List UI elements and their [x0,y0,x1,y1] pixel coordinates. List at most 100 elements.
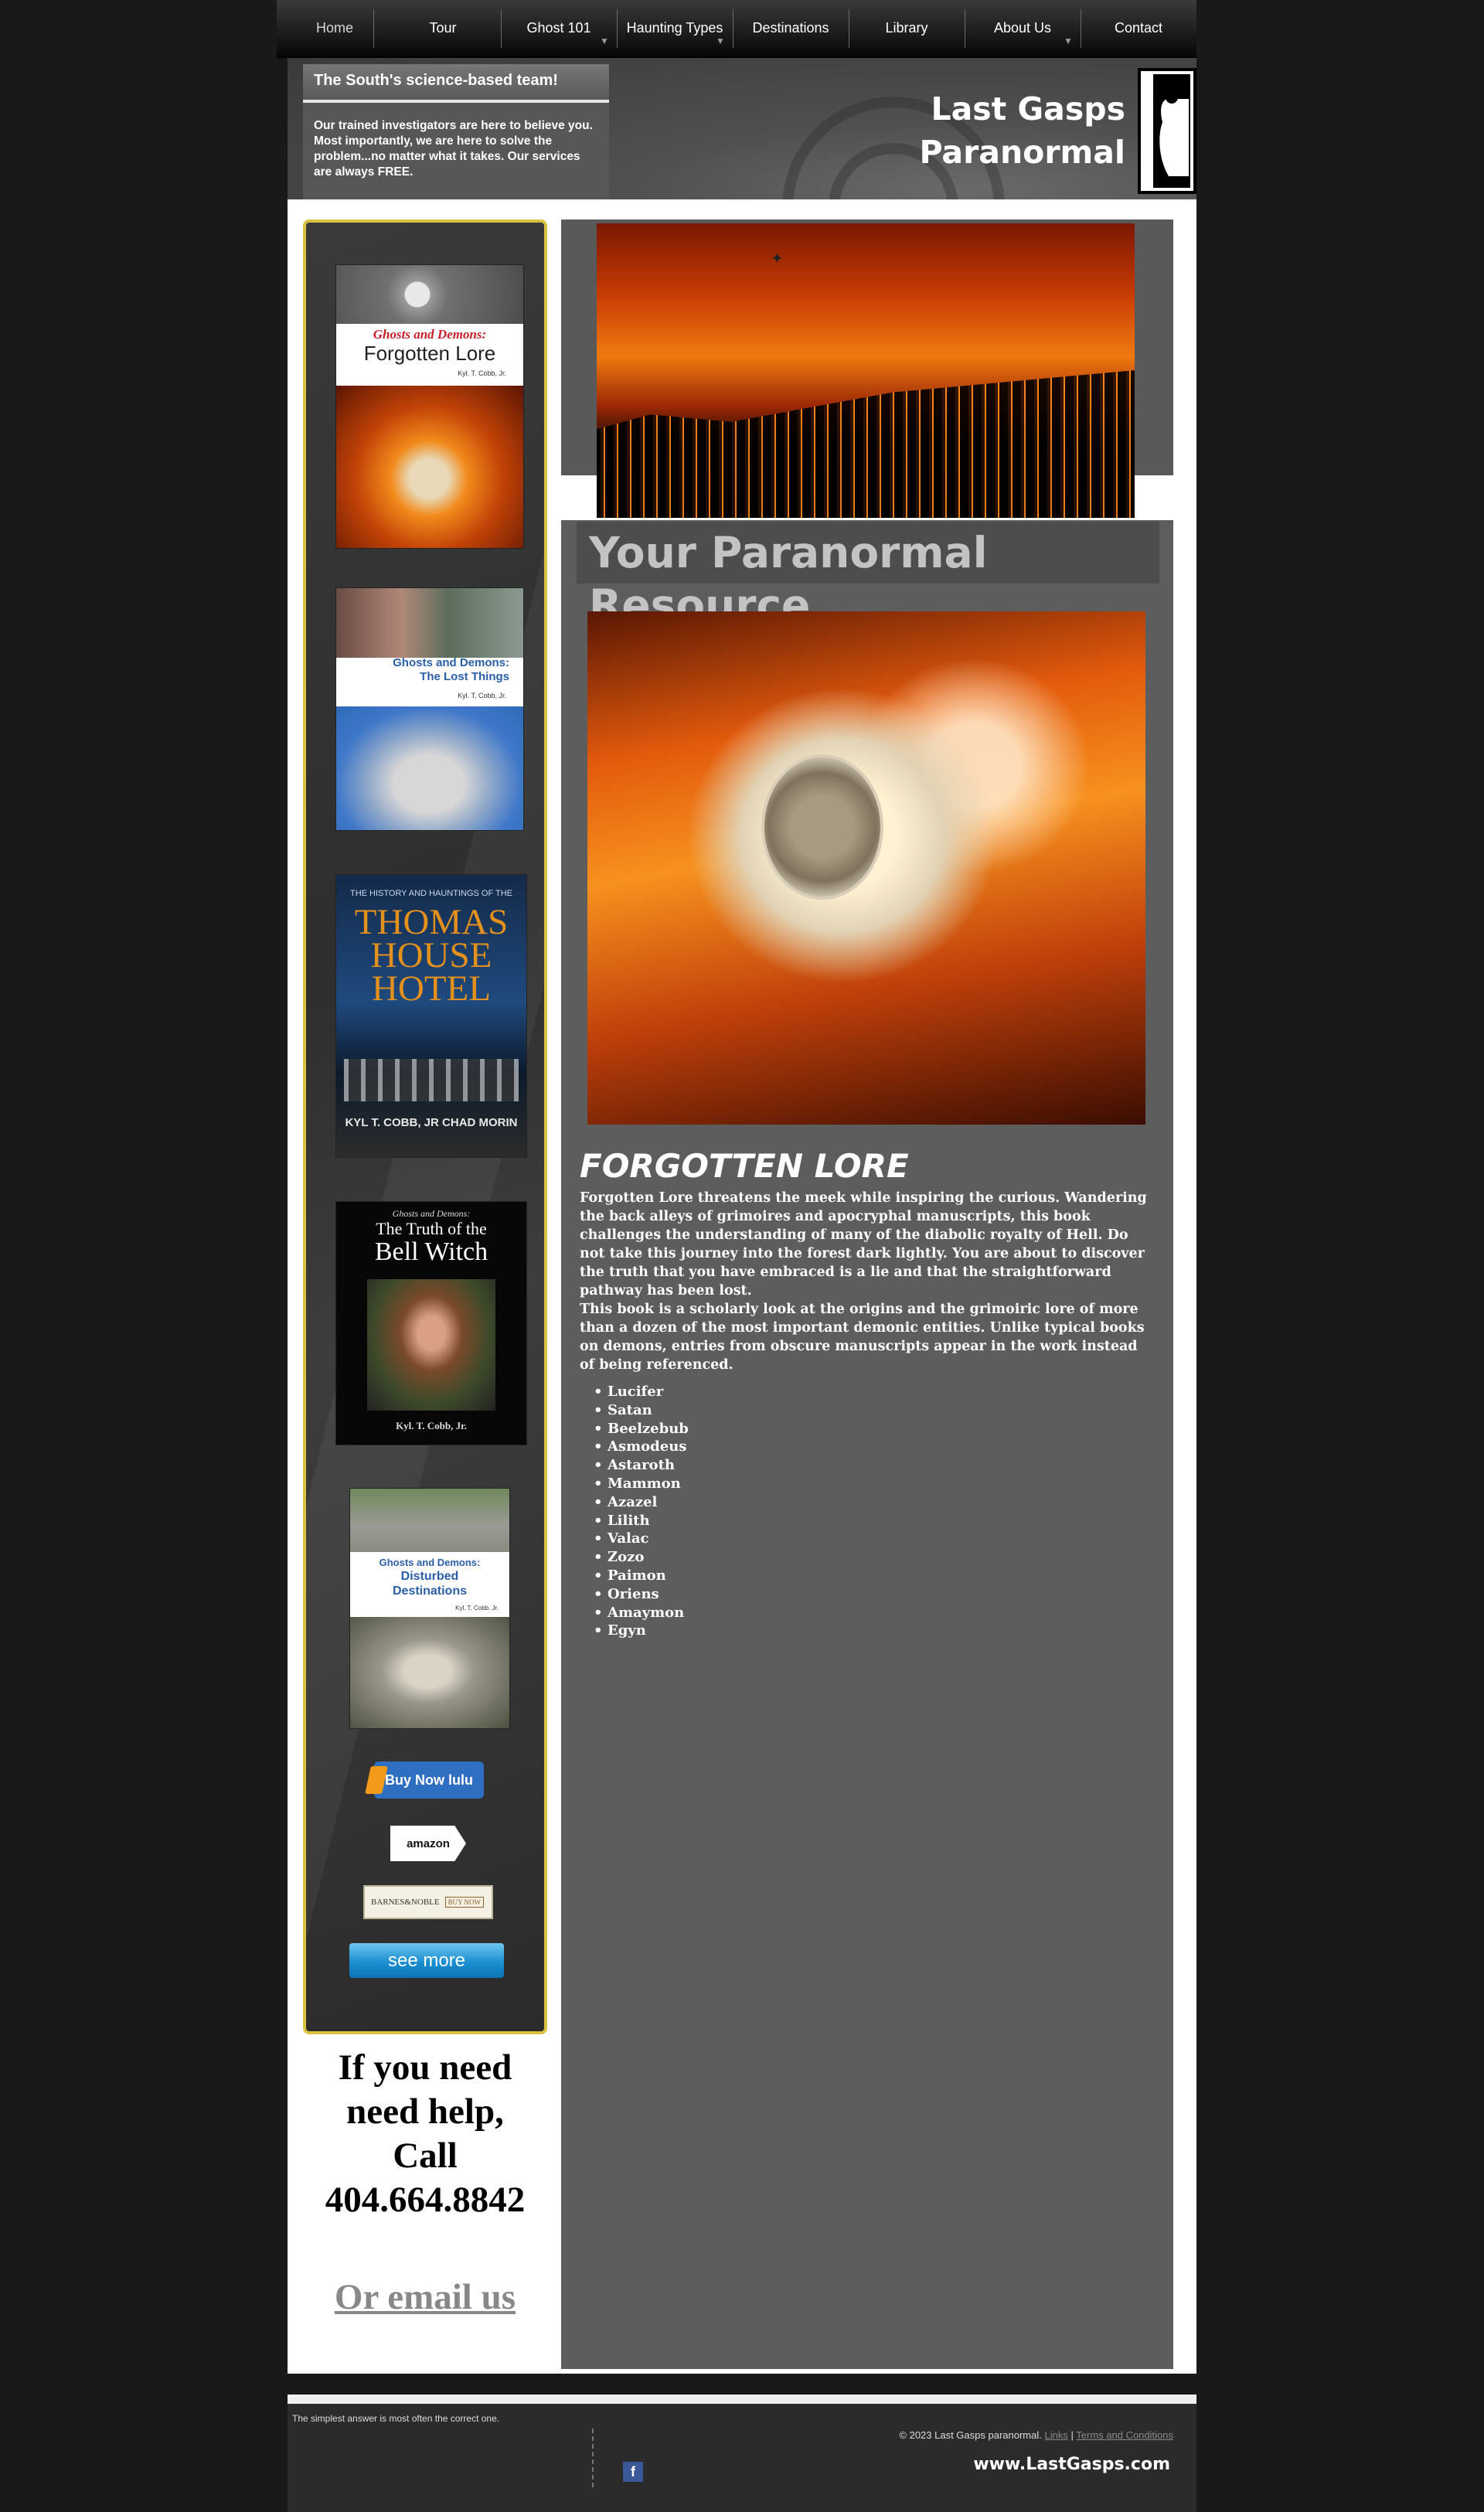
list-item: Satan [594,1401,689,1420]
book-cover-thomas-house-hotel[interactable]: THE HISTORY AND HAUNTINGS OF THE THOMAS … [335,874,527,1158]
facebook-icon[interactable]: f [623,2462,643,2482]
book-title: THOMAS HOUSE HOTEL [336,902,526,1009]
brand-line-2: Paranormal [919,134,1125,171]
witch-portrait-image [367,1279,495,1411]
book-cover-forgotten-lore[interactable]: Ghosts and Demons: Forgotten Lore Kyl. T… [335,264,524,549]
book-heading: FORGOTTEN LORE [580,1147,909,1185]
list-item: Zozo [594,1548,689,1567]
terms-link[interactable]: Terms and Conditions [1076,2429,1173,2441]
amazon-button[interactable]: amazon [390,1826,466,1861]
hotel-image [344,1059,519,1101]
angel-statue-fire-image [587,611,1145,1125]
buy-now-lulu-button[interactable]: Buy Now lulu [365,1761,484,1799]
site-url[interactable]: www.LastGasps.com [973,2455,1170,2474]
nav-tour[interactable]: Tour [385,0,501,56]
lulu-label: Buy Now lulu [385,1772,473,1788]
dropdown-arrow-icon: ▼ [600,36,609,46]
footer-copyright: © 2023 Last Gasps paranormal. Links | Te… [899,2429,1173,2441]
content-panel: Your Paranormal Resource FORGOTTEN LORE … [561,520,1173,2369]
forest-fire-image: ✦ [597,223,1135,518]
description-paragraph: This book is a scholarly look at the ori… [580,1302,1145,1373]
book-series: Ghosts and Demons: [379,1557,481,1568]
brand-name[interactable]: Last Gasps Paranormal [919,87,1125,174]
book-title-line: Destinations [392,1584,467,1598]
book-author: Kyl. T. Cobb, Jr. [396,1420,467,1431]
book-title-line: Disturbed [400,1570,459,1583]
help-line-2: need help, [346,2092,504,2132]
painting-image [336,588,523,658]
footer-divider [288,2395,1196,2404]
list-item: Valac [594,1530,689,1548]
book-cover-lost-things[interactable]: Ghosts and Demons: The Lost Things Kyl. … [335,587,524,831]
book-author: Kyl. T. Cobb, Jr. [458,692,506,699]
book-title-line: HOTEL [371,968,491,1009]
bn-label: BARNES&NOBLE [371,1898,440,1907]
list-item: Paimon [594,1567,689,1585]
nav-library[interactable]: Library [849,0,965,56]
list-item: Asmodeus [594,1438,689,1456]
nav-haunting-types[interactable]: Haunting Types [617,0,733,56]
list-item: Lilith [594,1512,689,1530]
list-item: Beelzebub [594,1420,689,1438]
list-item: Oriens [594,1585,689,1604]
dropdown-arrow-icon: ▼ [716,36,725,46]
book-cover-disturbed-destinations[interactable]: Ghosts and Demons: Disturbed Destination… [349,1488,510,1729]
main-area: Ghosts and Demons: Forgotten Lore Kyl. T… [288,199,1196,2374]
book-title: Forgotten Lore [363,342,496,365]
demon-list: Lucifer Satan Beelzebub Asmodeus Astarot… [594,1383,689,1640]
nav-about-us[interactable]: About Us [965,0,1081,56]
nav-ghost-101[interactable]: Ghost 101 [501,0,617,56]
promo-title: The South's science-based team! [303,64,609,103]
list-item: Azazel [594,1493,689,1512]
book-title: Bell Witch [374,1237,488,1266]
book-authors: KYL T. COBB, JR CHAD MORIN [345,1116,518,1129]
book-series: Ghosts and Demons: [392,1208,471,1219]
burning-trees [597,370,1135,518]
dropdown-arrow-icon: ▼ [1064,36,1073,46]
book-title: Disturbed Destinations [350,1569,509,1598]
email-us-link[interactable]: Or email us [303,2276,547,2318]
list-item: Egyn [594,1622,689,1640]
promo-box: The South's science-based team! Our trai… [303,64,609,199]
footer-tagline: The simplest answer is most often the co… [292,2413,500,2424]
list-item: Astaroth [594,1456,689,1475]
book-pretitle: THE HISTORY AND HAUNTINGS OF THE [349,889,513,898]
skull-image [336,265,523,324]
nav-destinations[interactable]: Destinations [733,0,849,56]
book-title-line: THOMAS [354,902,509,942]
ghost-logo-icon[interactable] [1138,68,1196,194]
book-author: Kyl. T. Cobb, Jr. [458,369,506,377]
book-series: Ghosts and Demons: [393,656,509,669]
nav-contact[interactable]: Contact [1081,0,1196,56]
site-header: The South's science-based team! Our trai… [288,58,1196,319]
see-more-label: see more [387,1949,466,1971]
shield-image [761,754,883,900]
nav-home[interactable]: Home [277,0,393,56]
book-title: Ghosts and Demons: The Lost Things [393,656,509,684]
amazon-label: amazon [407,1836,450,1850]
book-cover-bell-witch[interactable]: Ghosts and Demons: The Truth of the Bell… [335,1201,527,1445]
links-link[interactable]: Links [1045,2429,1068,2441]
lulu-book-icon [365,1766,388,1794]
brand-line-1: Last Gasps [931,90,1125,128]
footer-vertical-divider [592,2429,594,2487]
nav-separator [373,9,374,48]
site-footer: The simplest answer is most often the co… [288,2404,1196,2512]
promo-text: Our trained investigators are here to be… [314,119,593,179]
description-paragraph: Forgotten Lore threatens the meek while … [580,1190,1147,1299]
list-item: Lucifer [594,1383,689,1401]
barnes-noble-button[interactable]: BARNES&NOBLE BUY NOW [363,1885,493,1919]
statue-image [350,1489,509,1552]
help-callout: If you need need help, Call 404.664.8842 [303,2046,547,2222]
bn-buy-now: BUY NOW [444,1897,484,1908]
see-more-button[interactable]: see more [349,1943,504,1978]
fire-statue-image [336,386,523,548]
hero-banner: ✦ [561,220,1173,518]
book-title-line: HOUSE [370,935,492,975]
help-phone[interactable]: 404.664.8842 [303,2178,547,2222]
list-item: Amaymon [594,1604,689,1622]
bird-silhouette-icon: ✦ [771,250,784,267]
book-description: Forgotten Lore threatens the meek while … [580,1189,1156,1374]
footer-separator: | [1070,2429,1074,2441]
main-navigation: Home Tour Ghost 101 ▼ Haunting Types ▼ D… [277,0,1196,58]
